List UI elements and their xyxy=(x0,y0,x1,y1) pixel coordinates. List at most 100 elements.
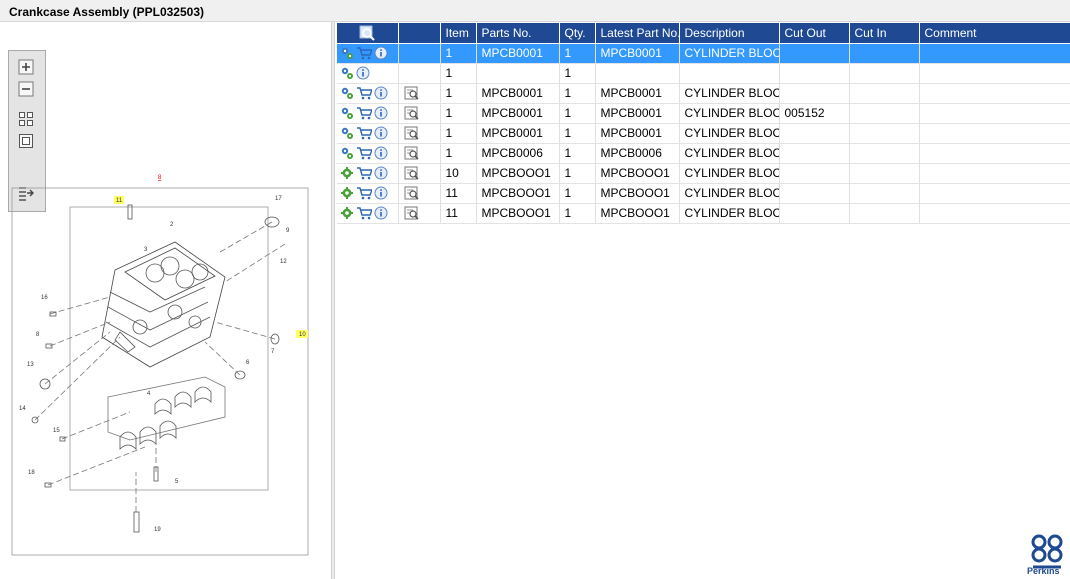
table-row[interactable]: 11 xyxy=(337,63,1070,84)
view-drawing-icon[interactable] xyxy=(404,166,420,180)
qty-cell: 1 xyxy=(559,143,596,164)
view-drawing-icon[interactable] xyxy=(404,86,420,100)
info-icon[interactable] xyxy=(374,126,388,140)
row-action-icons[interactable] xyxy=(337,203,399,224)
col-header-actions[interactable] xyxy=(337,23,399,44)
row-action-icons[interactable] xyxy=(337,83,399,104)
row-drawing-cell[interactable] xyxy=(398,83,441,104)
cart-icon[interactable] xyxy=(356,126,372,140)
callout-3[interactable]: 3 xyxy=(144,247,148,253)
callout-17[interactable]: 17 xyxy=(275,196,282,202)
col-header-cut-in[interactable]: Cut In xyxy=(849,23,920,44)
cart-icon[interactable] xyxy=(356,166,372,180)
callout-8-red[interactable]: 8 xyxy=(158,175,162,181)
gear-icon[interactable] xyxy=(340,206,354,220)
cart-icon[interactable] xyxy=(356,106,372,120)
col-header-description[interactable]: Description xyxy=(679,23,780,44)
table-row[interactable]: 1MPCB00061MPCB0006CYLINDER BLOCK K xyxy=(337,143,1070,164)
cart-icon[interactable] xyxy=(356,186,372,200)
view-drawing-icon[interactable] xyxy=(404,106,420,120)
exploded-parts-drawing[interactable]: 8 11 17 2 9 3 12 16 10 8 7 6 13 4 14 15 … xyxy=(10,172,310,557)
col-header-drawing[interactable] xyxy=(398,23,441,44)
view-drawing-icon[interactable] xyxy=(404,146,420,160)
row-drawing-cell[interactable] xyxy=(398,183,441,204)
gears-icon[interactable] xyxy=(340,66,354,80)
callout-19[interactable]: 19 xyxy=(154,527,161,533)
row-action-icons[interactable] xyxy=(337,183,399,204)
info-icon[interactable] xyxy=(374,206,388,220)
callout-14[interactable]: 14 xyxy=(19,406,26,412)
col-header-item[interactable]: Item xyxy=(440,23,477,44)
row-action-icons[interactable] xyxy=(337,103,399,124)
callout-10[interactable]: 10 xyxy=(299,332,306,338)
table-row[interactable]: 1MPCB00011MPCB0001CYLINDER BLOCK K xyxy=(337,43,1070,64)
table-row[interactable]: 1MPCB00011MPCB0001CYLINDER BLOCK K xyxy=(337,123,1070,144)
table-row[interactable]: 10MPCBOOO11MPCBOOO1CYLINDER BLOCK K xyxy=(337,163,1070,184)
col-header-parts-no[interactable]: Parts No. xyxy=(476,23,560,44)
info-icon[interactable] xyxy=(374,106,388,120)
row-action-icons[interactable] xyxy=(337,163,399,184)
cart-icon[interactable] xyxy=(356,86,372,100)
grid-icon xyxy=(19,112,33,126)
col-header-comment[interactable]: Comment xyxy=(919,23,1070,44)
cart-icon[interactable] xyxy=(356,146,372,160)
view-drawing-icon[interactable] xyxy=(404,206,420,220)
zoom-out-button[interactable] xyxy=(15,79,37,99)
gear-icon[interactable] xyxy=(340,186,354,200)
row-drawing-cell[interactable] xyxy=(398,203,441,224)
gears-icon[interactable] xyxy=(340,126,354,140)
callout-8[interactable]: 8 xyxy=(36,332,40,338)
row-drawing-cell[interactable] xyxy=(398,43,441,64)
row-drawing-cell[interactable] xyxy=(398,143,441,164)
callout-7[interactable]: 7 xyxy=(271,349,275,355)
callout-13[interactable]: 13 xyxy=(27,362,34,368)
callout-12[interactable]: 12 xyxy=(280,259,287,265)
info-icon[interactable] xyxy=(374,46,388,60)
info-icon[interactable] xyxy=(374,166,388,180)
row-drawing-cell[interactable] xyxy=(398,103,441,124)
info-icon[interactable] xyxy=(374,146,388,160)
parts-table: Item Parts No. Qty. Latest Part No. Desc… xyxy=(337,23,1070,224)
table-row[interactable]: 11MPCBOOO11MPCBOOO1CYLINDER BLOCK K xyxy=(337,203,1070,224)
gears-icon[interactable] xyxy=(340,146,354,160)
info-icon[interactable] xyxy=(356,66,370,80)
gears-icon[interactable] xyxy=(340,46,354,60)
info-icon[interactable] xyxy=(374,86,388,100)
table-row[interactable]: 1MPCB00011MPCB0001CYLINDER BLOCK K xyxy=(337,83,1070,104)
row-action-icons[interactable] xyxy=(337,63,399,84)
callout-16[interactable]: 16 xyxy=(41,295,48,301)
callout-18[interactable]: 18 xyxy=(28,470,35,476)
info-icon[interactable] xyxy=(374,186,388,200)
cart-icon[interactable] xyxy=(356,206,372,220)
row-drawing-cell[interactable] xyxy=(398,123,441,144)
callout-2[interactable]: 2 xyxy=(170,222,174,228)
gears-icon[interactable] xyxy=(340,86,354,100)
callout-9[interactable]: 9 xyxy=(286,228,290,234)
callout-4[interactable]: 4 xyxy=(147,391,151,397)
callout-5[interactable]: 5 xyxy=(175,479,179,485)
gear-icon[interactable] xyxy=(340,166,354,180)
table-row[interactable]: 11MPCBOOO11MPCBOOO1CYLINDER BLOCK K xyxy=(337,183,1070,204)
callout-15[interactable]: 15 xyxy=(53,428,60,434)
gears-icon[interactable] xyxy=(340,106,354,120)
callout-11[interactable]: 11 xyxy=(116,198,123,204)
view-drawing-icon[interactable] xyxy=(404,126,420,140)
row-drawing-cell[interactable] xyxy=(398,63,441,84)
row-action-icons[interactable] xyxy=(337,143,399,164)
panel-splitter[interactable] xyxy=(332,22,335,579)
cart-icon[interactable] xyxy=(356,46,372,60)
row-action-icons[interactable] xyxy=(337,123,399,144)
fit-window-button[interactable] xyxy=(15,131,37,151)
illustration-panel[interactable]: 8 11 17 2 9 3 12 16 10 8 7 6 13 4 14 15 … xyxy=(0,22,332,579)
table-row[interactable]: 1MPCB00011MPCB0001CYLINDER BLOCK K005152 xyxy=(337,103,1070,124)
row-drawing-cell[interactable] xyxy=(398,163,441,184)
col-header-qty[interactable]: Qty. xyxy=(559,23,596,44)
col-header-cut-out[interactable]: Cut Out xyxy=(779,23,850,44)
zoom-in-button[interactable] xyxy=(15,57,37,77)
fit-all-button[interactable] xyxy=(15,109,37,129)
callout-6[interactable]: 6 xyxy=(246,360,250,366)
view-drawing-icon[interactable] xyxy=(404,186,420,200)
col-header-latest-part-no[interactable]: Latest Part No. xyxy=(595,23,680,44)
title-bar: Crankcase Assembly (PPL032503) xyxy=(0,0,1070,22)
row-action-icons[interactable] xyxy=(337,43,399,64)
